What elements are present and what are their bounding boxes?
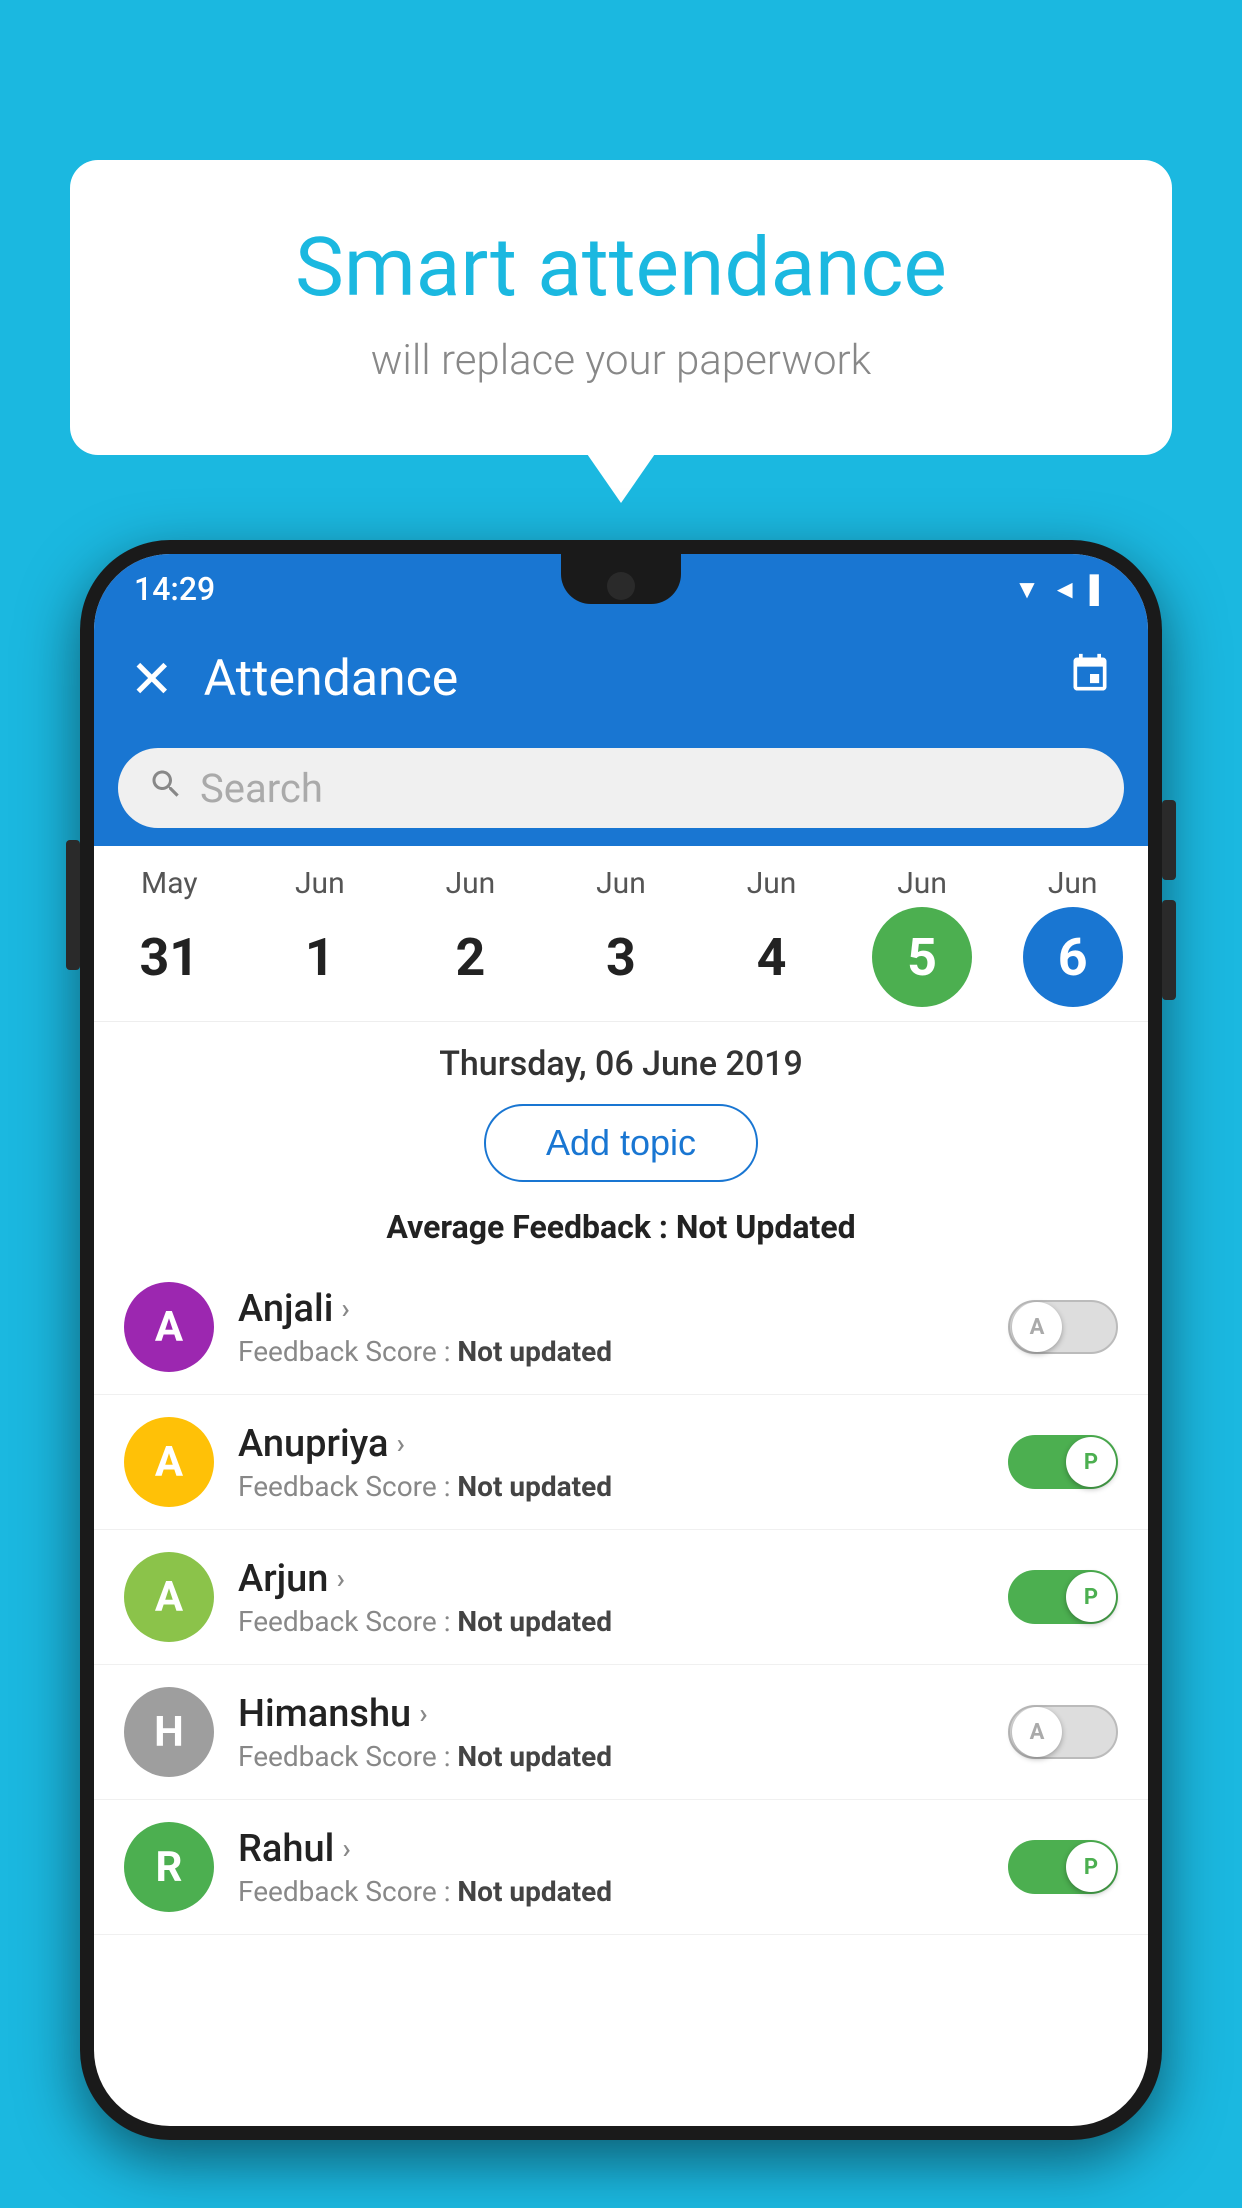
status-icons: ▼ ◄ ▌ (1014, 574, 1108, 605)
avatar-0: A (124, 1282, 214, 1372)
toggle-thumb-4: P (1066, 1842, 1116, 1892)
student-item-0: A Anjali › Feedback Score : Not updated A (94, 1260, 1148, 1395)
chevron-icon-1: › (396, 1427, 404, 1460)
cal-month-3: Jun (596, 866, 646, 901)
chevron-icon-4: › (342, 1832, 350, 1865)
chevron-icon-2: › (336, 1562, 344, 1595)
avatar-1: A (124, 1417, 214, 1507)
student-name-0[interactable]: Anjali › (238, 1287, 984, 1331)
avatar-4: R (124, 1822, 214, 1912)
phone-frame: 14:29 ▼ ◄ ▌ ✕ Attendance (80, 540, 1162, 2140)
cal-date-3: 3 (571, 907, 671, 1007)
bubble-title: Smart attendance (150, 220, 1092, 316)
calendar-day-5[interactable]: Jun 5 (857, 866, 987, 1007)
toggle-thumb-2: P (1066, 1572, 1116, 1622)
calendar-day-1[interactable]: Jun 1 (255, 866, 385, 1007)
battery-icon: ▌ (1090, 574, 1108, 605)
student-item-1: A Anupriya › Feedback Score : Not updated P (94, 1395, 1148, 1530)
calendar-day-0[interactable]: May 31 (104, 866, 234, 1007)
student-feedback-0: Feedback Score : Not updated (238, 1335, 984, 1368)
calendar-icon[interactable] (1068, 652, 1112, 707)
search-icon (148, 765, 184, 812)
toggle-2[interactable]: P (1008, 1570, 1118, 1624)
signal-icon: ◄ (1052, 574, 1078, 605)
vol-down-button[interactable] (1162, 900, 1176, 1000)
student-name-1[interactable]: Anupriya › (238, 1422, 984, 1466)
search-placeholder: Search (200, 765, 323, 812)
student-info-4: Rahul › Feedback Score : Not updated (238, 1827, 984, 1908)
avg-feedback-label: Average Feedback : (386, 1208, 675, 1246)
close-button[interactable]: ✕ (130, 649, 174, 710)
toggle-3[interactable]: A (1008, 1705, 1118, 1759)
speech-bubble: Smart attendance will replace your paper… (70, 160, 1172, 455)
toggle-0[interactable]: A (1008, 1300, 1118, 1354)
wifi-icon: ▼ (1014, 574, 1040, 605)
student-info-1: Anupriya › Feedback Score : Not updated (238, 1422, 984, 1503)
phone-camera (607, 572, 635, 600)
calendar-day-6[interactable]: Jun 6 (1008, 866, 1138, 1007)
student-name-4[interactable]: Rahul › (238, 1827, 984, 1871)
vol-up-button[interactable] (1162, 800, 1176, 880)
student-list: AAnjali ›Feedback Score : Not updatedAAA… (94, 1260, 1148, 1935)
phone-wrapper: 14:29 ▼ ◄ ▌ ✕ Attendance (80, 540, 1162, 2208)
cal-date-5: 5 (872, 907, 972, 1007)
toggle-thumb-3: A (1012, 1707, 1062, 1757)
search-bar[interactable]: Search (118, 748, 1124, 828)
student-feedback-4: Feedback Score : Not updated (238, 1875, 984, 1908)
chevron-icon-3: › (419, 1697, 427, 1730)
cal-month-5: Jun (897, 866, 947, 901)
bubble-subtitle: will replace your paperwork (150, 336, 1092, 385)
avatar-3: H (124, 1687, 214, 1777)
calendar-strip: May 31 Jun 1 Jun 2 Jun 3 Jun 4 Jun 5 Jun 6 (94, 846, 1148, 1022)
student-name-3[interactable]: Himanshu › (238, 1692, 984, 1736)
avg-feedback-value: Not Updated (676, 1208, 856, 1246)
student-info-2: Arjun › Feedback Score : Not updated (238, 1557, 984, 1638)
student-item-3: H Himanshu › Feedback Score : Not updated A (94, 1665, 1148, 1800)
app-bar: ✕ Attendance (94, 624, 1148, 734)
selected-date: Thursday, 06 June 2019 (94, 1022, 1148, 1094)
toggle-4[interactable]: P (1008, 1840, 1118, 1894)
toggle-thumb-1: P (1066, 1437, 1116, 1487)
cal-month-0: May (141, 866, 197, 901)
student-name-2[interactable]: Arjun › (238, 1557, 984, 1601)
toggle-1[interactable]: P (1008, 1435, 1118, 1489)
cal-month-2: Jun (446, 866, 496, 901)
cal-date-2: 2 (420, 907, 520, 1007)
search-bar-wrapper: Search (94, 734, 1148, 846)
student-item-2: A Arjun › Feedback Score : Not updated P (94, 1530, 1148, 1665)
cal-month-6: Jun (1048, 866, 1098, 901)
add-topic-button[interactable]: Add topic (484, 1104, 758, 1182)
phone-screen: 14:29 ▼ ◄ ▌ ✕ Attendance (94, 554, 1148, 2126)
calendar-day-4[interactable]: Jun 4 (707, 866, 837, 1007)
avatar-2: A (124, 1552, 214, 1642)
cal-date-4: 4 (722, 907, 822, 1007)
speech-bubble-wrapper: Smart attendance will replace your paper… (70, 160, 1172, 455)
student-feedback-2: Feedback Score : Not updated (238, 1605, 984, 1638)
student-info-3: Himanshu › Feedback Score : Not updated (238, 1692, 984, 1773)
toggle-thumb-0: A (1012, 1302, 1062, 1352)
cal-date-1: 1 (270, 907, 370, 1007)
calendar-day-2[interactable]: Jun 2 (405, 866, 535, 1007)
phone-notch (561, 554, 681, 604)
cal-date-0: 31 (119, 907, 219, 1007)
add-topic-wrapper: Add topic (94, 1094, 1148, 1200)
student-feedback-3: Feedback Score : Not updated (238, 1740, 984, 1773)
app-bar-title: Attendance (204, 650, 1068, 708)
calendar-day-3[interactable]: Jun 3 (556, 866, 686, 1007)
cal-month-4: Jun (747, 866, 797, 901)
student-info-0: Anjali › Feedback Score : Not updated (238, 1287, 984, 1368)
cal-month-1: Jun (295, 866, 345, 901)
status-time: 14:29 (134, 570, 215, 608)
avg-feedback: Average Feedback : Not Updated (94, 1200, 1148, 1260)
student-feedback-1: Feedback Score : Not updated (238, 1470, 984, 1503)
chevron-icon-0: › (341, 1292, 349, 1325)
student-item-4: R Rahul › Feedback Score : Not updated P (94, 1800, 1148, 1935)
power-button[interactable] (66, 840, 80, 970)
cal-date-6: 6 (1023, 907, 1123, 1007)
